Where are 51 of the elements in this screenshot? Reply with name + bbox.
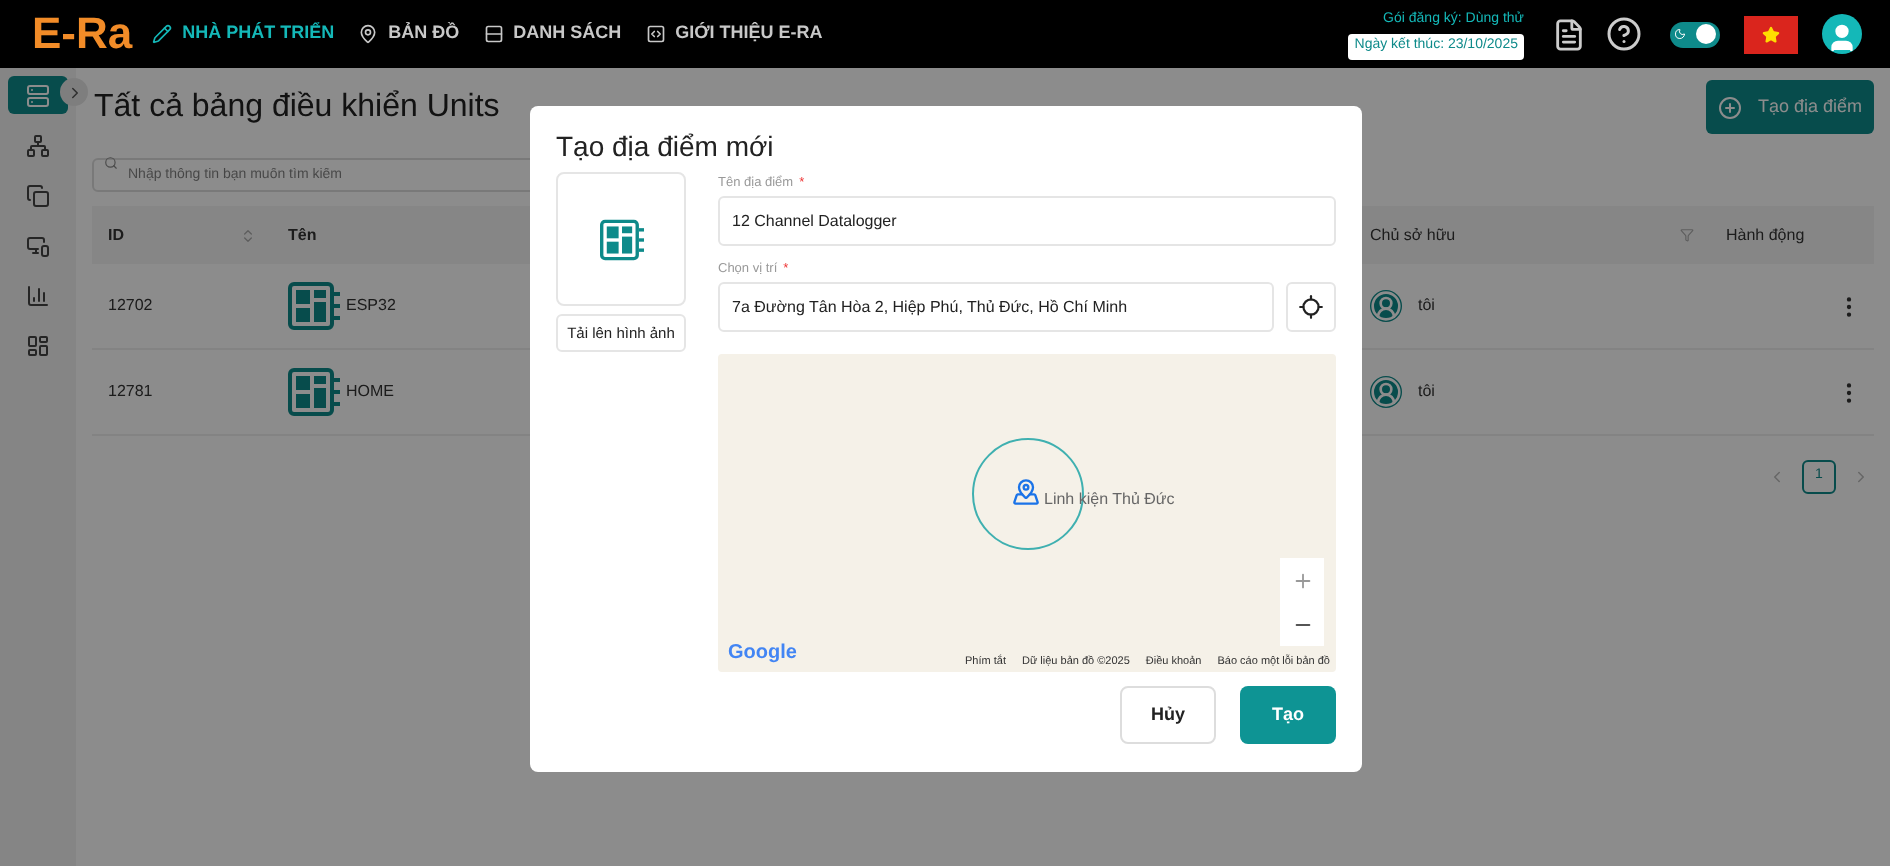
create-button[interactable]: Tạo (1240, 686, 1336, 744)
location-name-field[interactable]: 12 Channel Datalogger (718, 196, 1336, 246)
devices-icon (26, 233, 50, 257)
expand-button[interactable] (60, 78, 88, 106)
user-icon (1370, 376, 1402, 408)
bar-chart-icon (26, 283, 50, 307)
cancel-button[interactable]: Hủy (1120, 686, 1216, 744)
dialog-title: Tạo địa điểm mới (556, 130, 776, 164)
logo[interactable]: E-Ra (32, 12, 133, 56)
id-cell: 12781 (108, 382, 153, 400)
language-flag[interactable] (1744, 15, 1798, 53)
avatar[interactable] (1822, 14, 1862, 54)
user-icon (1370, 290, 1402, 322)
moon-icon (1674, 28, 1686, 40)
crosshair-icon (1298, 294, 1324, 320)
theme-toggle[interactable] (1670, 21, 1720, 47)
dashboard-icon (26, 333, 50, 357)
page-title: Tất cả bảng điều khiển Units (94, 87, 500, 127)
zoom-in-icon[interactable] (1291, 569, 1313, 591)
list-icon (26, 83, 50, 107)
locate-button[interactable] (1286, 282, 1336, 332)
owner-cell: tôi (1418, 294, 1435, 318)
nav-link[interactable]: GIỚI THIỆU E-RA (645, 20, 823, 48)
nav-link[interactable]: BẢN ĐỒ (358, 20, 460, 48)
list-icon (483, 24, 504, 44)
sidebar-item[interactable] (8, 76, 68, 114)
id-cell: 12702 (108, 296, 153, 314)
column-header: Tên (288, 225, 317, 243)
copy-icon (26, 183, 50, 207)
image-upload-area[interactable] (556, 172, 686, 306)
search-icon (104, 156, 118, 170)
map-pin-icon (358, 24, 379, 44)
column-header: Chủ sở hữu (1370, 223, 1456, 247)
board-icon (288, 366, 340, 418)
nav-link[interactable]: DANH SÁCH (483, 20, 622, 48)
plus-icon (1717, 95, 1742, 119)
column-header: ID (108, 223, 124, 247)
document-icon[interactable] (1552, 17, 1586, 51)
map-logo: Google (728, 640, 797, 668)
network-icon (26, 133, 50, 157)
owner-cell: tôi (1418, 380, 1435, 404)
name-cell[interactable]: ESP32 (346, 294, 396, 318)
help-icon[interactable] (1606, 16, 1642, 52)
board-icon (599, 217, 643, 261)
board-icon (288, 280, 340, 332)
map-marker-icon (1012, 478, 1040, 506)
column-header: Hành động (1726, 225, 1805, 243)
pencil-icon (152, 24, 173, 44)
name-cell[interactable]: HOME (346, 380, 394, 404)
nav-link[interactable]: NHÀ PHÁT TRIỂN (152, 20, 335, 48)
location-field[interactable]: 7a Đường Tân Hòa 2, Hiệp Phú, Thủ Đức, Hồ Chí Minh (718, 282, 1274, 332)
